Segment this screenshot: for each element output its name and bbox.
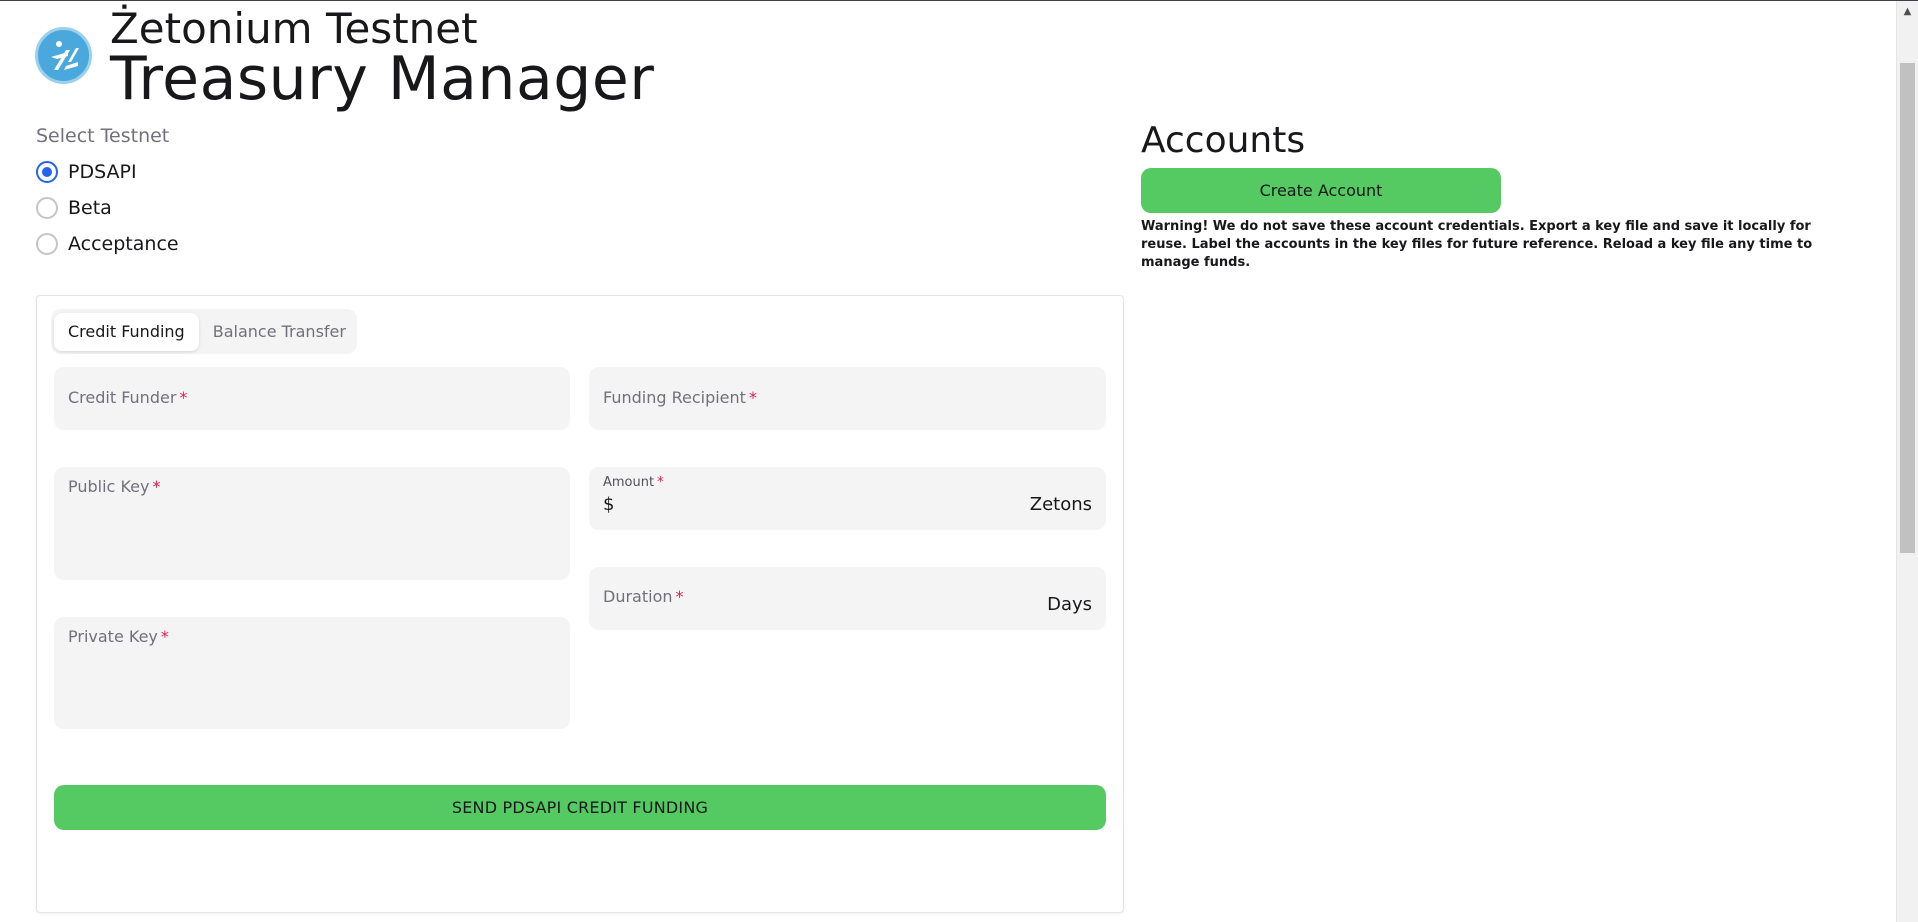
required-mark: * (179, 388, 188, 407)
radio-unchecked-icon[interactable] (36, 197, 58, 219)
credit-funder-label: Credit Funder (68, 388, 177, 407)
app-title-line2: Treasury Manager (110, 44, 655, 114)
funding-recipient-label: Funding Recipient (603, 388, 746, 407)
amount-unit-suffix: Zetons (1029, 494, 1092, 515)
required-mark: * (160, 627, 169, 646)
private-key-field[interactable]: Private Key * (54, 617, 570, 729)
create-account-button[interactable]: Create Account (1141, 168, 1501, 213)
amount-label: Amount (603, 475, 655, 490)
radio-checked-icon[interactable] (36, 161, 58, 183)
radio-label-acceptance: Acceptance (68, 233, 179, 255)
send-credit-funding-button[interactable]: SEND PDSAPI CREDIT FUNDING (54, 785, 1106, 830)
funding-recipient-field[interactable]: Funding Recipient * (589, 367, 1106, 430)
public-key-field[interactable]: Public Key * (54, 467, 570, 580)
public-key-label: Public Key (68, 477, 150, 496)
accounts-heading: Accounts (1141, 120, 1306, 161)
tab-credit-funding[interactable]: Credit Funding (54, 312, 199, 351)
required-mark: * (675, 587, 684, 606)
radio-label-pdsapi: PDSAPI (68, 161, 137, 183)
duration-label: Duration (603, 587, 673, 606)
credentials-warning: Warning! We do not save these account cr… (1141, 219, 1813, 270)
scroll-up-arrow-icon[interactable]: ▲ (1897, 1, 1918, 21)
radio-unchecked-icon[interactable] (36, 233, 58, 255)
radio-option-beta[interactable]: Beta (36, 197, 112, 219)
radio-option-pdsapi[interactable]: PDSAPI (36, 161, 137, 183)
duration-unit-suffix: Days (1047, 594, 1092, 615)
amount-currency-prefix: $ (603, 494, 615, 515)
tab-list: Credit Funding Balance Transfer (51, 309, 357, 354)
select-testnet-label: Select Testnet (36, 125, 170, 147)
required-mark: * (657, 475, 664, 490)
required-mark: * (152, 477, 161, 496)
duration-field[interactable]: Duration * Days (589, 567, 1106, 630)
private-key-label: Private Key (68, 627, 158, 646)
credit-funder-field[interactable]: Credit Funder * (54, 367, 570, 430)
amount-field[interactable]: Amount * $ Zetons (589, 467, 1106, 530)
tab-balance-transfer[interactable]: Balance Transfer (199, 313, 360, 351)
credit-funding-card: Credit Funding Balance Transfer Credit F… (36, 295, 1124, 913)
required-mark: * (748, 388, 757, 407)
scrollbar-thumb[interactable] (1900, 63, 1915, 553)
radio-label-beta: Beta (68, 197, 112, 219)
radio-option-acceptance[interactable]: Acceptance (36, 233, 179, 255)
page-scrollbar[interactable]: ▲ (1896, 1, 1918, 922)
window-top-border (0, 0, 1918, 1)
zetonium-logo-icon (35, 27, 92, 84)
